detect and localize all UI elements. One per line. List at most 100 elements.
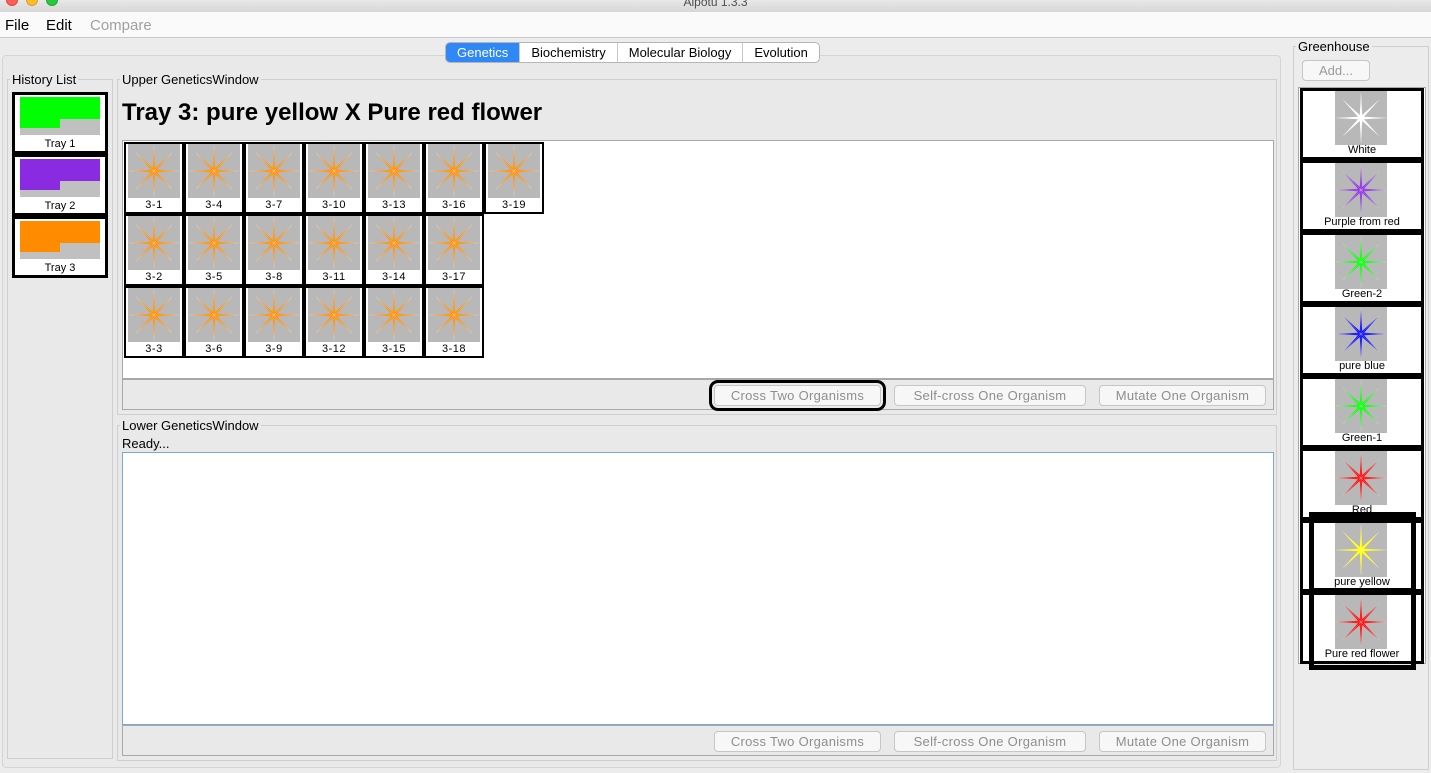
- organism-3-14[interactable]: 3-14: [364, 214, 424, 286]
- organism-label: 3-9: [265, 343, 283, 355]
- output-area[interactable]: [122, 452, 1274, 725]
- flower-icon: [428, 288, 480, 342]
- tray-thumbnail: [20, 221, 100, 259]
- greenhouse-item-label: Pure red flower: [1324, 648, 1400, 660]
- organism-3-3[interactable]: 3-3: [124, 286, 184, 358]
- add-organism-button[interactable]: Add...: [1302, 60, 1370, 81]
- organism-3-18[interactable]: 3-18: [424, 286, 484, 358]
- greenhouse-item-pure-blue[interactable]: pure blue: [1300, 304, 1424, 376]
- organism-label: 3-14: [381, 271, 407, 283]
- greenhouse-item-green-2[interactable]: Green-2: [1300, 232, 1424, 304]
- greenhouse-legend: Greenhouse: [1298, 39, 1370, 54]
- greenhouse-item-label: Green-2: [1341, 288, 1383, 300]
- tab-genetics[interactable]: Genetics: [446, 43, 521, 62]
- organism-3-19[interactable]: 3-19: [484, 142, 544, 214]
- menu-compare[interactable]: Compare: [90, 17, 152, 34]
- greenhouse-item-label: White: [1347, 144, 1377, 156]
- organism-label: 3-16: [441, 199, 467, 211]
- organism-3-8[interactable]: 3-8: [244, 214, 304, 286]
- flower-icon: [368, 216, 420, 270]
- tray-title: Tray 3: pure yellow X Pure red flower: [122, 99, 543, 126]
- greenhouse-item-green-1[interactable]: Green-1: [1300, 376, 1424, 448]
- greenhouse-item-pure-yellow[interactable]: pure yellow: [1300, 520, 1424, 592]
- organism-3-7[interactable]: 3-7: [244, 142, 304, 214]
- tab-evolution[interactable]: Evolution: [743, 43, 818, 62]
- organism-label: 3-15: [381, 343, 407, 355]
- organism-3-15[interactable]: 3-15: [364, 286, 424, 358]
- upper-mutate-button[interactable]: Mutate One Organism: [1099, 385, 1266, 406]
- flower-icon: [308, 144, 360, 198]
- organism-3-12[interactable]: 3-12: [304, 286, 364, 358]
- tray-thumbnail: [20, 159, 100, 197]
- window-title: Aipotu 1.3.3: [683, 0, 748, 9]
- history-item-tray-3[interactable]: Tray 3: [12, 216, 108, 278]
- greenhouse-item-label: Purple from red: [1324, 216, 1400, 228]
- flower-icon: [308, 216, 360, 270]
- flower-icon: [1335, 595, 1387, 649]
- organism-3-13[interactable]: 3-13: [364, 142, 424, 214]
- flower-icon: [1335, 235, 1387, 289]
- greenhouse-item-label: Green-1: [1341, 432, 1383, 444]
- organism-label: 3-13: [381, 199, 407, 211]
- flower-icon: [1335, 163, 1387, 217]
- organism-label: 3-2: [145, 271, 163, 283]
- upper-button-bar: Cross Two Organisms Self-cross One Organ…: [122, 379, 1274, 410]
- organism-3-5[interactable]: 3-5: [184, 214, 244, 286]
- flower-icon: [428, 144, 480, 198]
- organism-label: 3-3: [145, 343, 163, 355]
- organism-tray: 3-1 3-4 3-7 3-10 3-13 3-16 3-19 3-2 3-5 3-8 3-11 3-…: [122, 140, 1274, 379]
- greenhouse-item-pure-red-flower[interactable]: Pure red flower: [1300, 592, 1424, 664]
- flower-icon: [248, 216, 300, 270]
- tab-biochemistry[interactable]: Biochemistry: [520, 43, 618, 62]
- organism-label: 3-6: [205, 343, 223, 355]
- flower-icon: [188, 288, 240, 342]
- flower-icon: [368, 288, 420, 342]
- menu-file[interactable]: File: [5, 17, 29, 34]
- organism-label: 3-1: [145, 199, 163, 211]
- menu-edit[interactable]: Edit: [46, 17, 72, 34]
- history-item-label: Tray 3: [44, 262, 76, 274]
- organism-label: 3-7: [265, 199, 283, 211]
- lower-self-cross-button[interactable]: Self-cross One Organism: [894, 731, 1086, 752]
- organism-3-9[interactable]: 3-9: [244, 286, 304, 358]
- menu-bar: File Edit Compare: [0, 12, 1431, 38]
- greenhouse-item-label: pure blue: [1339, 360, 1385, 372]
- history-item-tray-1[interactable]: Tray 1: [12, 92, 108, 154]
- upper-genetics-legend: Upper GeneticsWindow: [122, 72, 259, 87]
- organism-label: 3-8: [265, 271, 283, 283]
- flower-icon: [1335, 379, 1387, 433]
- organism-3-11[interactable]: 3-11: [304, 214, 364, 286]
- flower-icon: [1335, 523, 1387, 577]
- flower-icon: [428, 216, 480, 270]
- tray-thumbnail: [20, 97, 100, 135]
- flower-icon: [1335, 307, 1387, 361]
- organism-label: 3-11: [322, 271, 346, 283]
- flower-icon: [248, 288, 300, 342]
- history-item-tray-2[interactable]: Tray 2: [12, 154, 108, 216]
- upper-cross-two-organisms-button[interactable]: Cross Two Organisms: [714, 385, 881, 406]
- lower-cross-two-organisms-button[interactable]: Cross Two Organisms: [714, 731, 881, 752]
- tab-molecular-biology[interactable]: Molecular Biology: [618, 43, 744, 62]
- organism-3-17[interactable]: 3-17: [424, 214, 484, 286]
- status-text: Ready...: [122, 436, 170, 451]
- flower-icon: [128, 216, 180, 270]
- flower-icon: [308, 288, 360, 342]
- organism-3-16[interactable]: 3-16: [424, 142, 484, 214]
- organism-label: 3-18: [441, 343, 467, 355]
- organism-3-10[interactable]: 3-10: [304, 142, 364, 214]
- greenhouse-item-purple-from-red[interactable]: Purple from red: [1300, 160, 1424, 232]
- organism-3-1[interactable]: 3-1: [124, 142, 184, 214]
- upper-self-cross-button[interactable]: Self-cross One Organism: [894, 385, 1086, 406]
- history-item-label: Tray 2: [44, 200, 76, 212]
- flower-icon: [128, 288, 180, 342]
- lower-mutate-button[interactable]: Mutate One Organism: [1099, 731, 1266, 752]
- organism-label: 3-4: [205, 199, 223, 211]
- flower-icon: [188, 216, 240, 270]
- organism-3-4[interactable]: 3-4: [184, 142, 244, 214]
- organism-3-2[interactable]: 3-2: [124, 214, 184, 286]
- organism-3-6[interactable]: 3-6: [184, 286, 244, 358]
- organism-label: 3-5: [205, 271, 223, 283]
- greenhouse-item-red[interactable]: Red: [1300, 448, 1424, 520]
- flower-icon: [368, 144, 420, 198]
- greenhouse-item-white[interactable]: White: [1300, 88, 1424, 160]
